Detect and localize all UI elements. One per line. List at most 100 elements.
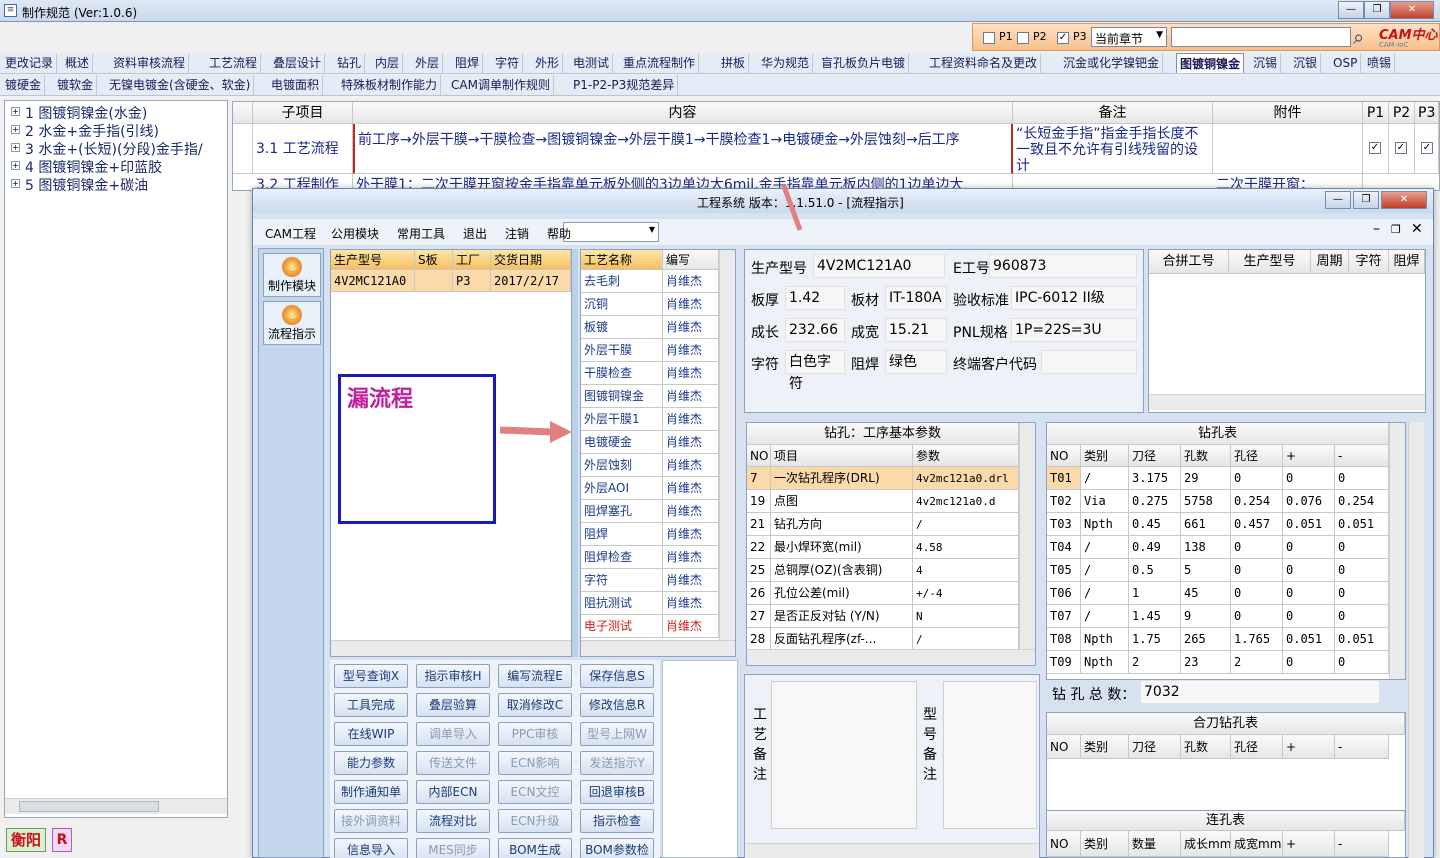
drill-param-cell[interactable]: 4v2mc121a0.drl <box>913 467 1019 490</box>
drill-table-cell[interactable]: 1.765 <box>1231 628 1283 651</box>
process-name[interactable]: 阻抗测试 <box>581 592 663 615</box>
tab-2-5[interactable]: 特殊板材制作能力 <box>338 75 442 95</box>
tab-11[interactable]: 外形 <box>532 53 564 73</box>
drill-table-cell[interactable]: Npth <box>1081 628 1129 651</box>
drill-table-cell[interactable]: 5758 <box>1181 490 1231 513</box>
menu-item-3[interactable]: 常用工具 <box>397 225 445 242</box>
tab-20[interactable]: 沉锡 <box>1250 53 1282 73</box>
action-button-3-3[interactable]: 发送指示Y <box>580 751 654 775</box>
drill-table-cell[interactable]: 0 <box>1335 605 1389 628</box>
tab-2[interactable]: 概述 <box>62 53 94 73</box>
tab-19[interactable]: 图镀铜镍金 <box>1176 53 1245 73</box>
drill-table-cell[interactable]: 661 <box>1181 513 1231 536</box>
tab-22[interactable]: OSP <box>1330 53 1362 73</box>
tab-14[interactable]: 拼板 <box>718 53 750 73</box>
drill-table-cell[interactable]: 0.275 <box>1129 490 1181 513</box>
drill-param-cell[interactable]: 最小焊环宽(mil) <box>771 536 913 559</box>
drill-param-cell[interactable]: 19 <box>747 490 771 513</box>
drill-table-cell[interactable]: Npth <box>1081 651 1129 674</box>
process-name[interactable]: 阻焊塞孔 <box>581 500 663 523</box>
action-button-3-0[interactable]: 能力参数 <box>334 751 408 775</box>
p3-check[interactable]: ✓ <box>1421 142 1433 154</box>
drill-table-cell[interactable]: 0 <box>1335 467 1389 490</box>
expand-icon[interactable]: + <box>11 161 20 170</box>
menu-item-2[interactable]: 公用模块 <box>331 225 379 242</box>
tab-1[interactable]: 更改记录 <box>2 53 58 73</box>
drill-table-cell[interactable]: 0 <box>1231 559 1283 582</box>
process-name[interactable]: 阻焊检查 <box>581 546 663 569</box>
drill-param-cell[interactable]: 点图 <box>771 490 913 513</box>
tab-2-3[interactable]: 无镍电镀金(含硬金、软金) <box>106 75 255 95</box>
drill-param-cell[interactable]: 22 <box>747 536 771 559</box>
drill-param-cell[interactable]: +/-4 <box>913 582 1019 605</box>
action-button-6-0[interactable]: 信息导入 <box>334 838 408 858</box>
tab-2-6[interactable]: CAM调单制作规则 <box>448 75 554 95</box>
process-h-scrollbar[interactable] <box>581 640 735 656</box>
process-writer[interactable]: 肖维杰 <box>663 454 719 477</box>
drill-param-cell[interactable]: 4.58 <box>913 536 1019 559</box>
drill-table-cell[interactable]: / <box>1081 467 1129 490</box>
tree-item[interactable]: 3 水金+(长短)(分段)金手指/ <box>25 139 203 159</box>
process-writer[interactable]: 肖维杰 <box>663 615 719 638</box>
process-writer[interactable]: 肖维杰 <box>663 546 719 569</box>
action-button-1-1[interactable]: 叠层验算 <box>416 693 490 717</box>
action-button-5-0[interactable]: 接外调资料 <box>334 809 408 833</box>
p2-checkbox[interactable] <box>1017 32 1029 44</box>
notes-h-scrollbar[interactable] <box>745 843 1039 858</box>
process-name[interactable]: 字符 <box>581 569 663 592</box>
drill-table-cell[interactable]: 29 <box>1181 467 1231 490</box>
drill-table-cell[interactable]: 0.051 <box>1335 513 1389 536</box>
minimize-button[interactable]: — <box>1338 1 1364 19</box>
drill-table-cell[interactable]: 0.076 <box>1283 490 1335 513</box>
tab-5[interactable]: 叠层设计 <box>270 53 326 73</box>
drill-table-cell[interactable]: T07 <box>1047 605 1081 628</box>
drill-table-cell[interactable]: Npth <box>1081 513 1129 536</box>
drill-table-cell[interactable]: 0 <box>1335 582 1389 605</box>
drill-table-cell[interactable]: 9 <box>1181 605 1231 628</box>
tab-2-7[interactable]: P1-P2-P3规范差异 <box>570 75 679 95</box>
drill-table-cell[interactable]: / <box>1081 536 1129 559</box>
drill-table-cell[interactable]: 0 <box>1283 467 1335 490</box>
action-button-2-0[interactable]: 在线WIP <box>334 722 408 746</box>
process-writer[interactable]: 肖维杰 <box>663 592 719 615</box>
drill-table-cell[interactable]: 0.051 <box>1335 628 1389 651</box>
drill-table-cell[interactable]: 138 <box>1181 536 1231 559</box>
action-button-2-3[interactable]: 型号上网W <box>580 722 654 746</box>
p2-check[interactable]: ✓ <box>1395 142 1407 154</box>
tab-7[interactable]: 内层 <box>372 53 404 73</box>
action-button-0-2[interactable]: 编写流程E <box>498 664 572 688</box>
drill-param-cell[interactable]: 一次钻孔程序(DRL) <box>771 467 913 490</box>
tree-item[interactable]: 5 图镀铜镍金+碳油 <box>25 175 148 195</box>
drill-table-cell[interactable]: 0.49 <box>1129 536 1181 559</box>
tab-2-2[interactable]: 镀软金 <box>54 75 98 95</box>
drill-table-cell[interactable]: 0 <box>1283 605 1335 628</box>
drill-param-cell[interactable]: 26 <box>747 582 771 605</box>
drill-table-cell[interactable]: 0 <box>1283 559 1335 582</box>
action-button-4-0[interactable]: 制作通知单 <box>334 780 408 804</box>
drill-table-cell[interactable]: T02 <box>1047 490 1081 513</box>
drill-table-cell[interactable]: 0.45 <box>1129 513 1181 536</box>
expand-icon[interactable]: + <box>11 125 20 134</box>
drill-table-cell[interactable]: 0 <box>1283 651 1335 674</box>
action-button-4-3[interactable]: 回退审核B <box>580 780 654 804</box>
tab-8[interactable]: 外层 <box>412 53 444 73</box>
drill-table-cell[interactable]: 0.051 <box>1283 513 1335 536</box>
process-writer[interactable]: 肖维杰 <box>663 523 719 546</box>
action-button-2-2[interactable]: PPC审核 <box>498 722 572 746</box>
chapter-select[interactable]: 当前章节 ▼ <box>1091 27 1167 47</box>
action-button-0-0[interactable]: 型号查询X <box>334 664 408 688</box>
drill-param-cell[interactable]: 28 <box>747 628 771 651</box>
drill-table-cell[interactable]: T04 <box>1047 536 1081 559</box>
action-button-6-2[interactable]: BOM生成 <box>498 838 572 858</box>
action-button-0-3[interactable]: 保存信息S <box>580 664 654 688</box>
tab-2-1[interactable]: 镀硬金 <box>2 75 46 95</box>
p1-check[interactable]: ✓ <box>1369 142 1381 154</box>
action-button-6-1[interactable]: MES同步 <box>416 838 490 858</box>
action-button-4-1[interactable]: 内部ECN <box>416 780 490 804</box>
tab-17[interactable]: 工程资料命名及更改 <box>926 53 1042 73</box>
action-button-0-1[interactable]: 指示审核H <box>416 664 490 688</box>
drill-param-cell[interactable]: 4v2mc121a0.d <box>913 490 1019 513</box>
expand-icon[interactable]: + <box>11 107 20 116</box>
drill-table-cell[interactable]: T08 <box>1047 628 1081 651</box>
action-button-5-3[interactable]: 指示检查 <box>580 809 654 833</box>
